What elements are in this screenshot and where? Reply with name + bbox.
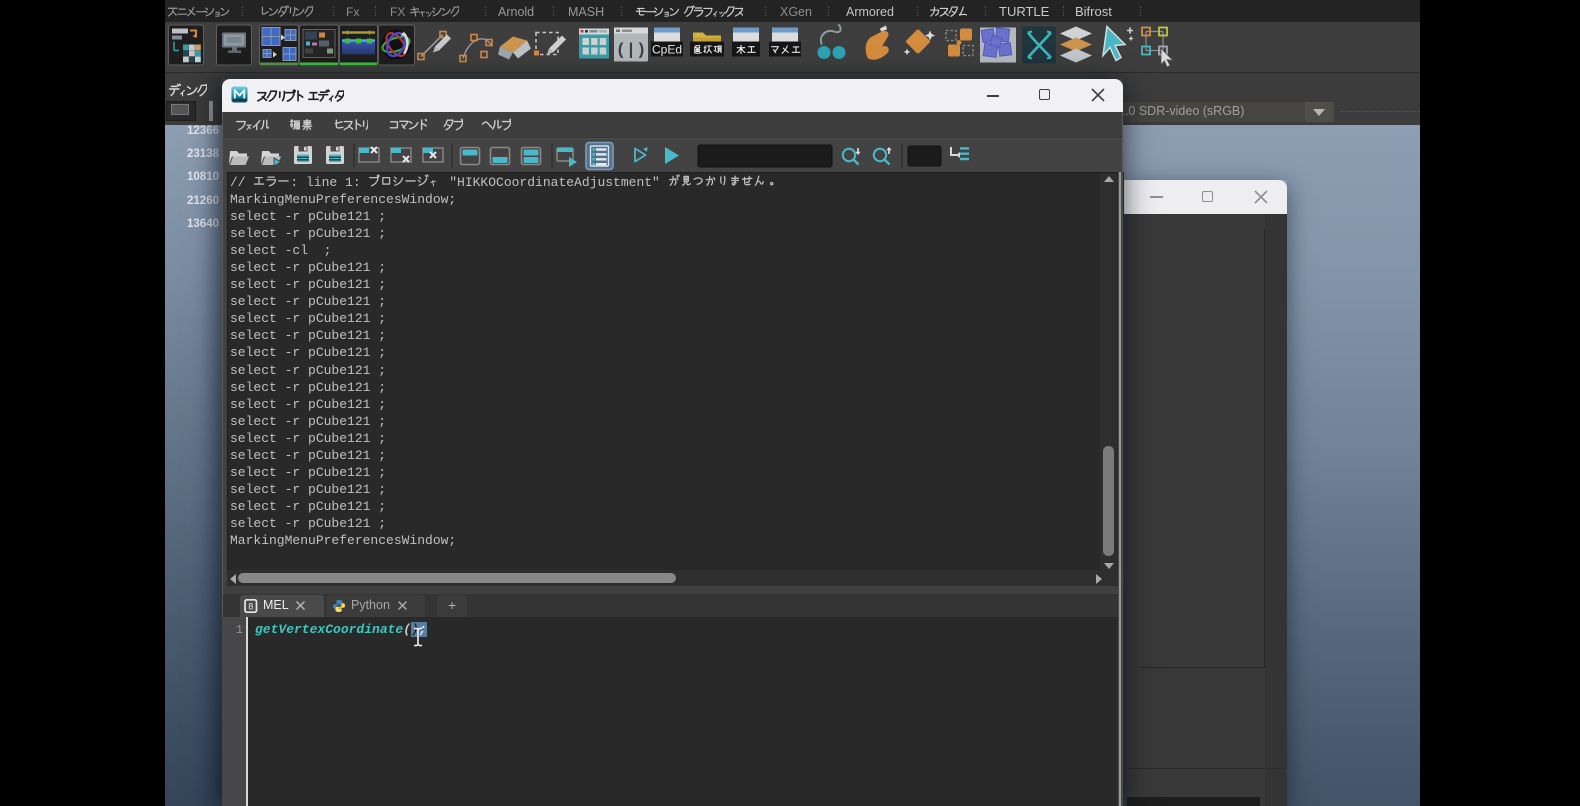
svg-text:CpEd: CpEd [652, 43, 682, 57]
svg-text:8: 8 [248, 602, 253, 612]
svg-text:(|): (|) [616, 42, 647, 61]
